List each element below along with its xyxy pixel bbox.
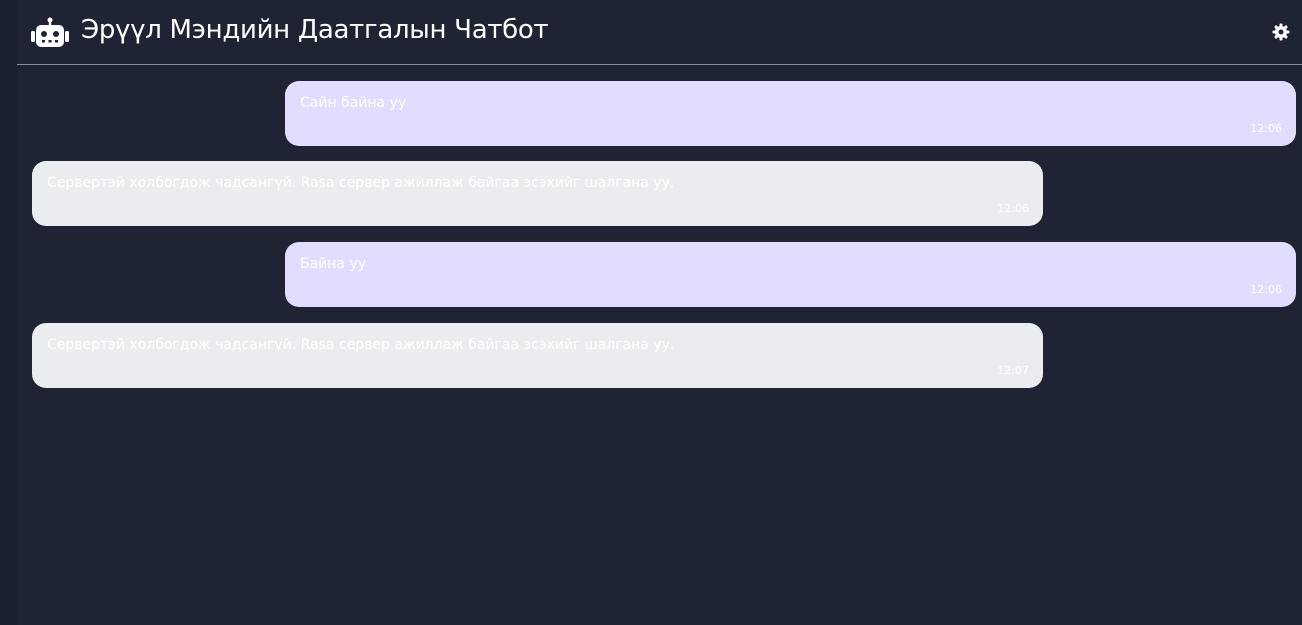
page-title: Эрүүл Мэндийн Даатгалын Чатбот xyxy=(81,15,549,45)
message-list[interactable]: Сайн байна уу 12:06 Сервертэй холбогдож … xyxy=(17,66,1302,625)
message-text: Сервертэй холбогдож чадсангүй. Rasa серв… xyxy=(47,337,675,353)
user-message: Сайн байна уу 12:06 xyxy=(285,81,1296,146)
chat-header: Эрүүл Мэндийн Даатгалын Чатбот xyxy=(17,0,1302,65)
gear-icon[interactable] xyxy=(1272,23,1290,41)
robot-icon xyxy=(31,17,69,47)
bot-message: Сервертэй холбогдож чадсангүй. Rasa серв… xyxy=(32,323,1043,388)
message-text: Сервертэй холбогдож чадсангүй. Rasa серв… xyxy=(47,175,675,191)
bot-message: Сервертэй холбогдож чадсангүй. Rasa серв… xyxy=(32,161,1043,226)
message-text: Сайн байна уу xyxy=(300,95,407,111)
message-time: 12:06 xyxy=(1250,283,1282,296)
message-text: Байна уу xyxy=(300,256,367,272)
message-time: 12:06 xyxy=(997,202,1029,215)
message-time: 12:07 xyxy=(997,364,1029,377)
user-message: Байна уу 12:06 xyxy=(285,242,1296,307)
left-edge-strip xyxy=(0,0,17,625)
message-time: 12:06 xyxy=(1250,122,1282,135)
